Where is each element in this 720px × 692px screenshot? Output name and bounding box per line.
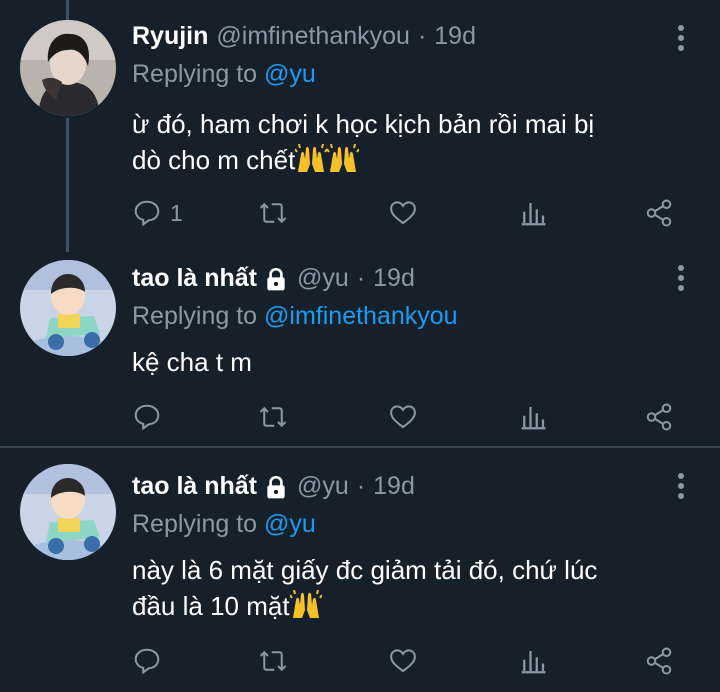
tweet-text-line: đầu là 10 mặt (132, 588, 702, 624)
share-button[interactable] (644, 644, 674, 678)
tweet-header: Ryujin @imfinethankyou · 19d (132, 22, 476, 51)
raising-hands-emoji (327, 144, 360, 172)
lock-icon (267, 267, 285, 290)
retweet-icon (259, 406, 287, 428)
analytics-icon (521, 407, 546, 430)
tweet-text: kệ cha t m (132, 344, 702, 380)
mention-link[interactable]: @yu (264, 60, 316, 88)
tweet-actions (0, 400, 720, 434)
like-button[interactable] (388, 644, 418, 678)
tweet-text-line: ừ đó, ham chơi k học kịch bản rồi mai bị (132, 109, 595, 139)
avatar[interactable] (20, 260, 116, 356)
tweet-text-line: này là 6 mặt giấy đc giảm tải đó, chứ lú… (132, 555, 598, 585)
more-options-icon[interactable] (672, 472, 690, 500)
reply-icon (134, 648, 160, 675)
avatar[interactable] (20, 20, 116, 116)
user-handle[interactable]: @imfinethankyou (216, 22, 410, 51)
lock-icon (267, 475, 285, 498)
reply-button[interactable]: 1 (132, 196, 183, 230)
replying-to-label: Replying to (132, 510, 258, 538)
analytics-button[interactable] (518, 196, 548, 230)
retweet-icon (259, 650, 287, 672)
reply-count: 1 (170, 199, 183, 226)
replying-to: Replying to @imfinethankyou (132, 302, 458, 331)
more-options-icon[interactable] (672, 24, 690, 52)
mention-link[interactable]: @imfinethankyou (264, 302, 458, 330)
analytics-button[interactable] (518, 644, 548, 678)
share-button[interactable] (644, 400, 674, 434)
analytics-button[interactable] (518, 400, 548, 434)
mention-link[interactable]: @yu (264, 510, 316, 538)
tweet-header: tao là nhất @yu · 19d (132, 264, 415, 293)
reply-icon (134, 200, 160, 227)
separator: · (356, 472, 366, 500)
like-icon (390, 649, 416, 673)
tweet[interactable]: tao là nhất @yu · 19d Replying to @yu nà… (0, 448, 720, 692)
analytics-icon (521, 203, 546, 226)
retweet-icon (259, 202, 287, 224)
user-handle[interactable]: @yu (297, 472, 349, 501)
retweet-button[interactable] (258, 196, 288, 230)
replying-to-label: Replying to (132, 302, 258, 330)
like-button[interactable] (388, 400, 418, 434)
separator: · (417, 22, 427, 50)
user-handle[interactable]: @yu (297, 264, 349, 293)
share-icon (646, 403, 672, 431)
reply-icon (134, 404, 160, 431)
raising-hands-emoji (289, 590, 322, 618)
replying-to: Replying to @yu (132, 510, 316, 539)
tweet[interactable]: tao là nhất @yu · 19d Replying to @imfin… (0, 250, 720, 446)
tweet-text: này là 6 mặt giấy đc giảm tải đó, chứ lú… (132, 552, 702, 624)
reply-button[interactable] (132, 644, 170, 678)
tweet-text-line: kệ cha t m (132, 347, 252, 377)
more-options-icon[interactable] (672, 264, 690, 292)
display-name[interactable]: tao là nhất (132, 264, 257, 293)
tweet-actions (0, 644, 720, 678)
analytics-icon (521, 651, 546, 674)
timestamp[interactable]: 19d (373, 472, 415, 501)
tweet-actions: 1 (0, 196, 720, 230)
separator: · (356, 264, 366, 292)
share-icon (646, 199, 672, 227)
like-icon (390, 405, 416, 429)
like-icon (390, 201, 416, 225)
tweet-header: tao là nhất @yu · 19d (132, 472, 415, 501)
avatar[interactable] (20, 464, 116, 560)
timestamp[interactable]: 19d (373, 264, 415, 293)
timestamp[interactable]: 19d (434, 22, 476, 51)
tweet-text: ừ đó, ham chơi k học kịch bản rồi mai bị… (132, 106, 702, 178)
display-name[interactable]: Ryujin (132, 22, 208, 51)
tweet[interactable]: Ryujin @imfinethankyou · 19d Replying to… (0, 0, 720, 250)
share-icon (646, 647, 672, 675)
reply-button[interactable] (132, 400, 170, 434)
retweet-button[interactable] (258, 644, 288, 678)
share-button[interactable] (644, 196, 674, 230)
display-name[interactable]: tao là nhất (132, 472, 257, 501)
tweet-text-line: dò cho m chết (132, 142, 702, 178)
replying-to-label: Replying to (132, 60, 258, 88)
replying-to: Replying to @yu (132, 60, 316, 89)
like-button[interactable] (388, 196, 418, 230)
raising-hands-emoji (295, 144, 328, 172)
retweet-button[interactable] (258, 400, 288, 434)
